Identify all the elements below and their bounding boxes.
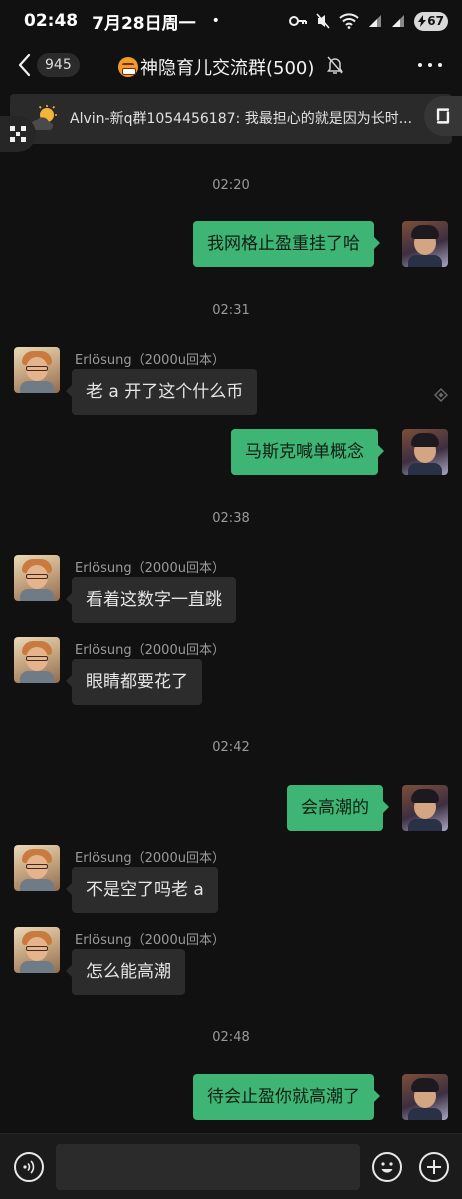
avatar-shirt [20, 381, 54, 393]
message-bubble-other[interactable]: 看着这数字一直跳 [66, 577, 236, 623]
more-functions-button[interactable] [419, 1152, 449, 1182]
avatar-hair [411, 789, 439, 803]
chat-title-text: 神隐育儿交流群(500) [140, 58, 315, 79]
avatar-self[interactable] [402, 785, 448, 831]
avatar-other[interactable] [14, 347, 60, 393]
avatar-glasses [26, 946, 48, 951]
pinned-message-banner[interactable]: Alvin-新q群1054456187: 我最担心的就是因为长时... [10, 94, 452, 144]
message-bubble-self[interactable]: 会高潮的 [287, 785, 389, 831]
time-stamp: 02:48 [212, 1030, 250, 1045]
diamond-icon[interactable] [434, 388, 448, 402]
message-bubble-self[interactable]: 马斯克喊单概念 [231, 429, 384, 475]
sender-name: Erlösung（2000u回本） [75, 353, 225, 368]
charging-bolt-icon [418, 15, 427, 27]
more-dot [418, 63, 422, 67]
key-icon [289, 16, 308, 26]
signal-icon-2 [392, 15, 405, 27]
avatar-other[interactable] [14, 637, 60, 683]
sender-name: Erlösung（2000u回本） [75, 933, 225, 948]
message-bubble-other[interactable]: 眼睛都要花了 [66, 659, 202, 705]
message-input-bar [0, 1133, 462, 1199]
message-bubble-other[interactable]: 老 a 开了这个什么币 [65, 369, 258, 415]
more-dot [438, 63, 442, 67]
floating-widget[interactable] [0, 116, 36, 152]
voice-button[interactable] [14, 1152, 44, 1182]
grimacing-face-emoji-icon [118, 57, 138, 77]
time-stamp: 02:20 [212, 178, 250, 193]
avatar-hair [411, 1078, 439, 1092]
avatar-other[interactable] [14, 845, 60, 891]
avatar-shirt [20, 671, 54, 683]
mute-status-icon [316, 13, 330, 29]
sender-name: Erlösung（2000u回本） [75, 561, 225, 576]
avatar-self[interactable] [402, 221, 448, 267]
status-bar: 02:48 7月28日周一 • 67 [0, 0, 462, 42]
status-dot: • [211, 13, 220, 29]
avatar-shirt [20, 961, 54, 973]
unread-count-badge[interactable]: 945 [37, 53, 80, 77]
message-bubble-self[interactable]: 待会止盈你就高潮了 [193, 1074, 380, 1120]
message-bubble-self[interactable]: 我网格止盈重挂了哈 [193, 221, 380, 267]
more-dot [428, 63, 432, 67]
time-stamp: 02:42 [212, 740, 250, 755]
share-arrow-icon [436, 108, 450, 124]
bell-slash-icon [327, 56, 343, 74]
avatar-glasses [26, 656, 48, 661]
chat-header: 945 神隐育儿交流群(500) [0, 42, 462, 88]
avatar-other[interactable] [14, 555, 60, 601]
battery-indicator: 67 [414, 11, 448, 31]
avatar-shirt [408, 463, 442, 475]
message-bubble-other[interactable]: 怎么能高潮 [66, 949, 185, 995]
more-options-button[interactable] [418, 54, 442, 76]
status-icons: 67 [289, 11, 448, 31]
sender-name: Erlösung（2000u回本） [75, 851, 225, 866]
signal-icon-1 [369, 15, 382, 27]
time-stamp: 02:31 [212, 303, 250, 318]
avatar-self[interactable] [402, 429, 448, 475]
status-time: 02:48 [24, 11, 79, 31]
avatar-shirt [408, 255, 442, 267]
emoji-button[interactable] [372, 1152, 402, 1182]
floating-share-button[interactable] [424, 96, 462, 136]
message-bubble-other[interactable]: 不是空了吗老 a [66, 867, 218, 913]
sender-name: Erlösung（2000u回本） [75, 643, 225, 658]
time-stamp: 02:38 [212, 511, 250, 526]
avatar-glasses [26, 366, 48, 371]
avatar-shirt [408, 1108, 442, 1120]
battery-level: 67 [427, 14, 444, 28]
avatar-other[interactable] [14, 927, 60, 973]
avatar-glasses [26, 574, 48, 579]
avatar-shirt [20, 589, 54, 601]
avatar-hair [411, 225, 439, 239]
chevron-left-icon[interactable] [14, 52, 36, 78]
avatar-self[interactable] [402, 1074, 448, 1120]
avatar-shirt [408, 819, 442, 831]
voice-icon [23, 1160, 35, 1174]
smiley-icon [381, 1162, 393, 1173]
avatar-glasses [26, 864, 48, 869]
plus-icon [427, 1160, 441, 1174]
pinned-message-text: Alvin-新q群1054456187: 我最担心的就是因为长时... [70, 111, 413, 127]
wifi-icon [339, 13, 359, 29]
avatar-shirt [20, 879, 54, 891]
avatar-hair [411, 433, 439, 447]
qr-pattern-icon [10, 126, 26, 142]
chat-title[interactable]: 神隐育儿交流群(500) [118, 54, 314, 80]
status-date: 7月28日周一 [92, 13, 196, 34]
message-input[interactable] [56, 1144, 360, 1190]
